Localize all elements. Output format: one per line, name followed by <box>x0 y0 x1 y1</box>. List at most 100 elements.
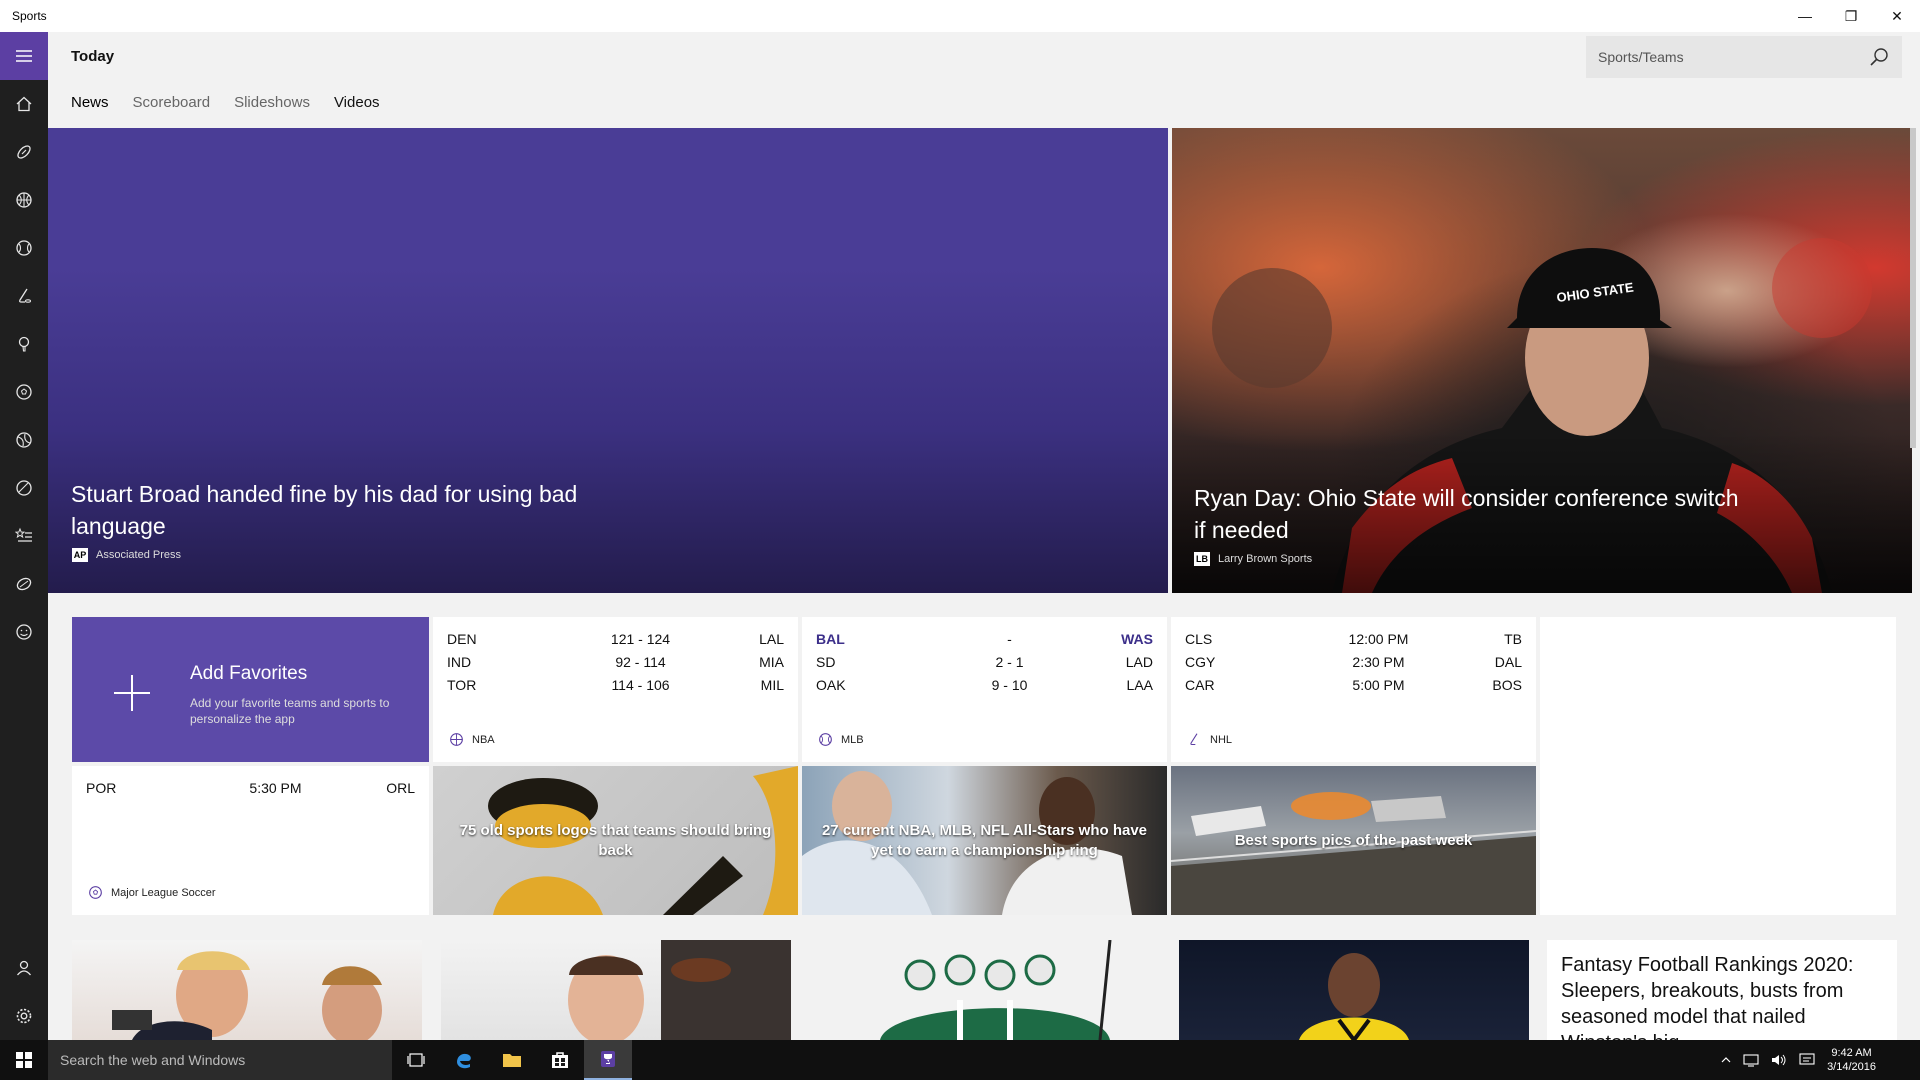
game-time: 5:30 PM <box>249 779 302 796</box>
nav-hockey[interactable] <box>0 272 48 320</box>
away-team: BOS <box>1492 676 1522 693</box>
away-team: LAD <box>1125 653 1153 670</box>
mls-scoreboard-tile[interactable]: POR 5:30 PM ORL Major League Soccer <box>72 766 429 915</box>
plus-icon <box>114 675 150 711</box>
sports-app-button[interactable] <box>584 1040 632 1080</box>
tab-news[interactable]: News <box>71 94 109 111</box>
score-row: CLS 12:00 PM TB <box>1185 627 1522 650</box>
task-view-icon <box>407 1053 425 1067</box>
score: - <box>1007 630 1012 647</box>
news-photo <box>1299 953 1409 1040</box>
mlb-scoreboard-tile[interactable]: BAL - WAS SD 2 - 1 LAD OAK 9 - 10 LAA MLB <box>802 617 1167 762</box>
nav-basketball[interactable] <box>0 176 48 224</box>
news-headline: Fantasy Football Rankings 2020: Sleepers… <box>1561 954 1854 1040</box>
clock[interactable]: 9:42 AM 3/14/2016 <box>1827 1046 1876 1074</box>
hamburger-icon <box>16 50 32 62</box>
nav-cricket[interactable] <box>0 464 48 512</box>
away-team: LAA <box>1126 676 1153 693</box>
nav-rail <box>0 32 48 1040</box>
home-team: OAK <box>816 676 846 693</box>
edge-browser-button[interactable] <box>440 1040 488 1080</box>
add-favorites-tile[interactable]: Add Favorites Add your favorite teams an… <box>72 617 429 762</box>
hero-story-1[interactable]: Stuart Broad handed fine by his dad for … <box>48 128 1168 593</box>
file-explorer-button[interactable] <box>488 1040 536 1080</box>
slideshow-pics-tile[interactable]: Best sports pics of the past week <box>1171 766 1536 915</box>
nav-fantasy[interactable] <box>0 512 48 560</box>
home-team: CAR <box>1185 676 1215 693</box>
slideshow-caption: 27 current NBA, MLB, NFL All-Stars who h… <box>821 821 1148 859</box>
search-box[interactable] <box>1586 36 1902 78</box>
hero-source: LB Larry Brown Sports <box>1194 552 1312 566</box>
tab-scoreboard[interactable]: Scoreboard <box>133 94 211 111</box>
trophy-icon <box>601 1051 615 1067</box>
taskbar-search-input[interactable] <box>60 1052 360 1068</box>
hero-story-2[interactable]: OHIO STATE Ryan Day: Ohio State will con… <box>1172 128 1912 593</box>
home-team: IND <box>447 653 472 670</box>
system-tray: 9:42 AM 3/14/2016 <box>1721 1040 1920 1080</box>
tennis-icon <box>16 432 32 448</box>
search-input[interactable] <box>1598 49 1868 65</box>
nav-account[interactable] <box>0 944 48 992</box>
hockey-icon <box>19 288 32 303</box>
section-tabs: News Scoreboard Slideshows Videos <box>71 94 380 111</box>
home-team: BAL <box>816 630 845 647</box>
network-icon[interactable] <box>1743 1053 1759 1067</box>
chevron-up-icon[interactable] <box>1721 1055 1731 1065</box>
tab-videos[interactable]: Videos <box>334 94 380 111</box>
score-row: SD 2 - 1 LAD <box>816 650 1153 673</box>
tab-slideshows[interactable]: Slideshows <box>234 94 310 111</box>
slideshow-allstars-tile[interactable]: 27 current NBA, MLB, NFL All-Stars who h… <box>802 766 1167 915</box>
minimize-button[interactable]: — <box>1782 0 1828 32</box>
score-row: TOR 114 - 106 MIL <box>447 673 784 696</box>
hamburger-menu-button[interactable] <box>0 32 48 80</box>
league-label: NBA <box>449 732 495 747</box>
league-name: NHL <box>1210 733 1233 746</box>
news-card-3[interactable] <box>810 940 1160 1040</box>
search-icon[interactable] <box>1868 46 1890 68</box>
app-title: Sports <box>12 9 47 23</box>
news-card-2[interactable] <box>441 940 791 1040</box>
nav-baseball[interactable] <box>0 224 48 272</box>
baseball-icon <box>16 240 32 256</box>
hero-source: AP Associated Press <box>72 548 181 562</box>
home-team: POR <box>86 779 117 796</box>
maximize-button[interactable]: ❐ <box>1828 0 1874 32</box>
rail-bottom <box>0 944 48 1040</box>
nba-scoreboard-tile[interactable]: DEN 121 - 124 LAL IND 92 - 114 MIA TOR 114 - … <box>433 617 798 762</box>
score-row: OAK 9 - 10 LAA <box>816 673 1153 696</box>
nav-golf[interactable] <box>0 320 48 368</box>
news-card-4[interactable] <box>1179 940 1529 1040</box>
news-photo <box>112 951 382 1040</box>
nav-more[interactable] <box>0 608 48 656</box>
nav-football[interactable] <box>0 128 48 176</box>
hockey-icon <box>1190 733 1198 746</box>
news-card-1[interactable] <box>72 940 422 1040</box>
away-team: LAL <box>759 630 784 647</box>
nav-soccer[interactable] <box>0 368 48 416</box>
gear-icon <box>16 1008 32 1024</box>
game-time: 12:00 PM <box>1348 630 1409 647</box>
slideshow-caption: Best sports pics of the past week <box>1234 831 1473 849</box>
source-logo: LB <box>1194 552 1210 566</box>
news-photo <box>568 940 791 1040</box>
nav-tennis[interactable] <box>0 416 48 464</box>
nhl-scoreboard-tile[interactable]: CLS 12:00 PM TB CGY 2:30 PM DAL CAR 5:00 PM BO… <box>1171 617 1536 762</box>
action-center-icon[interactable] <box>1799 1053 1815 1067</box>
vertical-scrollbar[interactable] <box>1910 128 1916 448</box>
start-button[interactable] <box>0 1040 48 1080</box>
nav-settings[interactable] <box>0 992 48 1040</box>
task-view-button[interactable] <box>392 1040 440 1080</box>
taskbar-search[interactable] <box>48 1040 392 1080</box>
slideshow-logos-tile[interactable]: 75 old sports logos that teams should br… <box>433 766 798 915</box>
volume-icon[interactable] <box>1771 1053 1787 1067</box>
source-name: Associated Press <box>96 549 181 561</box>
nav-home[interactable] <box>0 80 48 128</box>
nav-rugby[interactable] <box>0 560 48 608</box>
close-button[interactable]: ✕ <box>1874 0 1920 32</box>
news-photo <box>880 940 1112 1040</box>
store-button[interactable] <box>536 1040 584 1080</box>
smiley-icon <box>16 624 32 640</box>
news-card-fantasy[interactable]: Fantasy Football Rankings 2020: Sleepers… <box>1547 940 1897 1040</box>
league-label: NHL <box>1187 732 1232 747</box>
football-icon <box>17 145 31 159</box>
